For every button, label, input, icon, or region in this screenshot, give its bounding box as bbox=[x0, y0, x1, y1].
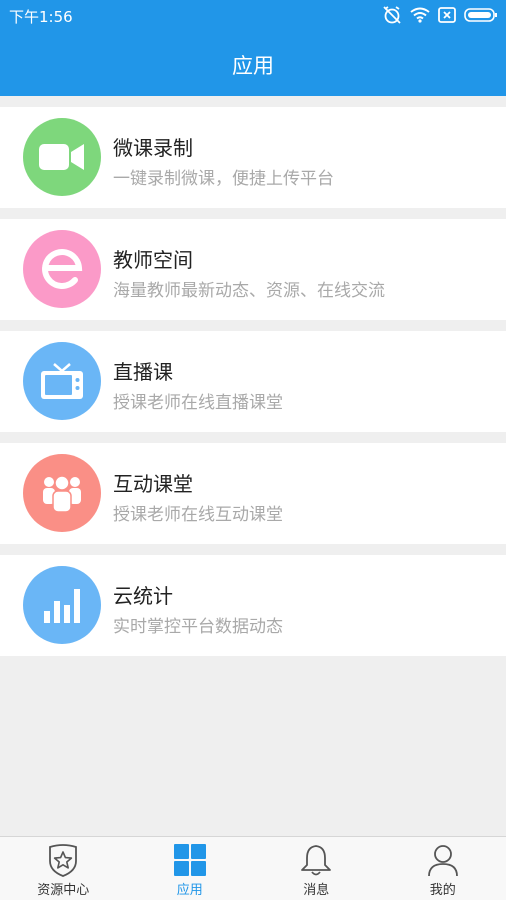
app-item-cloud-stats[interactable]: 云统计 实时掌控平台数据动态 bbox=[0, 555, 506, 656]
status-icons bbox=[382, 5, 498, 25]
app-item-title: 微课录制 bbox=[113, 136, 193, 160]
app-item-teacher-space[interactable]: 教师空间 海量教师最新动态、资源、在线交流 bbox=[0, 219, 506, 320]
tab-mine[interactable]: 我的 bbox=[380, 837, 506, 900]
wifi-icon bbox=[410, 7, 430, 23]
tab-apps[interactable]: 应用 bbox=[127, 837, 254, 900]
tab-resource-center[interactable]: 资源中心 bbox=[0, 837, 127, 900]
tab-label: 应用 bbox=[176, 883, 203, 898]
app-item-subtitle: 实时掌控平台数据动态 bbox=[113, 617, 283, 637]
person-icon bbox=[426, 843, 460, 877]
app-item-title: 直播课 bbox=[113, 360, 173, 384]
app-item-title: 教师空间 bbox=[113, 248, 193, 272]
tab-label: 消息 bbox=[303, 883, 330, 898]
app-item-subtitle: 一键录制微课，便捷上传平台 bbox=[113, 169, 334, 189]
page-title: 应用 bbox=[232, 54, 274, 78]
app-item-subtitle: 授课老师在线直播课堂 bbox=[113, 393, 283, 413]
alarm-off-icon bbox=[382, 5, 402, 25]
app-item-interactive-class[interactable]: 互动课堂 授课老师在线互动课堂 bbox=[0, 443, 506, 544]
tab-label: 我的 bbox=[429, 883, 456, 898]
app-item-title: 互动课堂 bbox=[113, 472, 193, 496]
star-shield-icon bbox=[46, 843, 80, 877]
tab-messages[interactable]: 消息 bbox=[253, 837, 380, 900]
battery-icon bbox=[464, 7, 498, 23]
app-bar: 应用 bbox=[0, 30, 506, 96]
app-item-subtitle: 海量教师最新动态、资源、在线交流 bbox=[113, 281, 385, 301]
bottom-tab-bar: 资源中心 应用 消息 我的 bbox=[0, 836, 506, 900]
bar-chart-icon bbox=[23, 566, 101, 644]
tv-icon bbox=[23, 342, 101, 420]
group-icon bbox=[23, 454, 101, 532]
app-item-title: 云统计 bbox=[113, 584, 173, 608]
bell-icon bbox=[299, 843, 333, 877]
status-bar: 下午1:56 bbox=[0, 0, 506, 30]
app-item-micro-course[interactable]: 微课录制 一键录制微课，便捷上传平台 bbox=[0, 107, 506, 208]
no-sim-icon bbox=[438, 7, 456, 23]
app-item-live-course[interactable]: 直播课 授课老师在线直播课堂 bbox=[0, 331, 506, 432]
tab-label: 资源中心 bbox=[37, 883, 90, 898]
app-item-subtitle: 授课老师在线互动课堂 bbox=[113, 505, 283, 525]
letter-e-icon bbox=[23, 230, 101, 308]
video-camera-icon bbox=[23, 118, 101, 196]
grid-icon bbox=[173, 843, 207, 877]
status-time: 下午1:56 bbox=[9, 8, 73, 26]
